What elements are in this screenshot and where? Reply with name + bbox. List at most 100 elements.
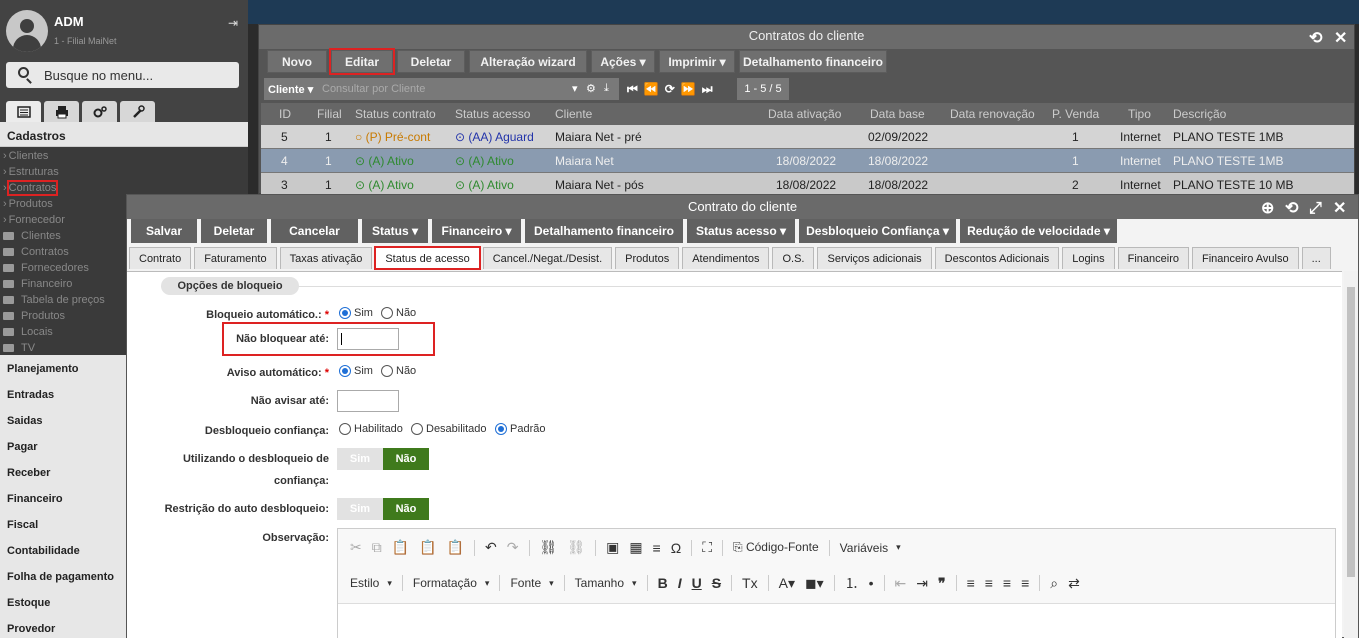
tab-more[interactable]: ... (1301, 247, 1331, 269)
paste-icon[interactable]: 📋 (392, 539, 409, 556)
section-cadastros[interactable]: Cadastros (0, 122, 248, 147)
blockquote-icon[interactable]: ❞ (938, 575, 946, 592)
nao-avisar-ate-input[interactable] (337, 390, 399, 412)
first-page-icon[interactable]: ⏮ (627, 82, 638, 97)
tab-cancel-negat-desist[interactable]: Cancel./Negat./Desist. (482, 247, 613, 269)
sidebar-item-fornecedor[interactable]: › Fornecedor (3, 214, 65, 226)
dropdown-icon[interactable]: ▾ (572, 82, 578, 95)
undo-icon[interactable]: ↶ (485, 539, 497, 556)
folder-produtos[interactable]: Produtos (3, 310, 65, 322)
formatacao-dropdown[interactable]: Formatação (413, 576, 490, 590)
fullscreen-icon[interactable]: ⛶ (702, 539, 712, 556)
col-header[interactable]: Status contrato (355, 107, 436, 121)
client-filter[interactable]: Cliente ▾ Consultar por Cliente ▾ ⚙ ⤓ (264, 78, 619, 100)
col-header[interactable]: Data base (870, 107, 925, 121)
wrench-tab-icon[interactable] (120, 101, 155, 122)
salvar-button[interactable]: Salvar (131, 219, 197, 243)
editar-button[interactable]: Editar (329, 48, 395, 75)
text-color-icon[interactable]: A▾ (779, 575, 795, 592)
tab-taxas-ativacao[interactable]: Taxas ativação (279, 247, 373, 269)
detalhamento-financeiro-button[interactable]: Detalhamento financeiro (739, 50, 887, 73)
bold-icon[interactable]: B (658, 575, 668, 591)
indent-icon[interactable]: ⇥ (916, 575, 928, 592)
copy-icon[interactable]: ⧉ (372, 539, 382, 556)
folder-contratos[interactable]: Contratos (3, 246, 69, 258)
help-icon[interactable]: ⊕ (1261, 197, 1274, 221)
section-planejamento[interactable]: Planejamento (7, 363, 79, 375)
table-icon[interactable]: ▦ (629, 539, 642, 556)
settings-tab-icon[interactable] (82, 101, 117, 122)
remove-format-icon[interactable]: Tx (742, 575, 758, 591)
col-header[interactable]: Cliente (555, 107, 592, 121)
filter-field-select[interactable]: Cliente ▾ (268, 83, 313, 96)
col-header[interactable]: P. Venda (1052, 107, 1099, 121)
redo-icon[interactable]: ↷ (507, 539, 519, 556)
sidebar-item-estruturas[interactable]: › Estruturas (3, 166, 59, 178)
desbloqueio-confianca-button[interactable]: Desbloqueio Confiança ▾ (799, 219, 956, 243)
prev-page-icon[interactable]: ⏪ (644, 82, 659, 96)
underline-icon[interactable]: U (692, 575, 702, 591)
section-fiscal[interactable]: Fiscal (7, 519, 38, 531)
section-folha-pagamento[interactable]: Folha de pagamento (7, 571, 114, 583)
folder-fornecedores[interactable]: Fornecedores (3, 262, 89, 274)
section-receber[interactable]: Receber (7, 467, 50, 479)
tab-os[interactable]: O.S. (772, 247, 815, 269)
col-header[interactable]: Data renovação (950, 107, 1035, 121)
link-icon[interactable]: ⛓ (540, 539, 558, 556)
next-page-icon[interactable]: ⏩ (681, 82, 696, 96)
tab-descontos-adicionais[interactable]: Descontos Adicionais (934, 247, 1060, 269)
folder-tv[interactable]: TV (3, 342, 35, 354)
deletar-button[interactable]: Deletar (397, 50, 465, 73)
download-icon[interactable]: ⤓ (604, 82, 609, 95)
folder-clientes[interactable]: Clientes (3, 230, 61, 242)
acoes-button[interactable]: Ações ▾ (591, 50, 655, 73)
novo-button[interactable]: Novo (267, 50, 327, 73)
radio-desbloqueio-desabilitado[interactable]: Desabilitado (411, 423, 487, 435)
vertical-scrollbar[interactable] (1344, 271, 1358, 638)
bullet-list-icon[interactable]: • (869, 575, 874, 591)
print-tab-icon[interactable] (44, 101, 79, 122)
horizontal-line-icon[interactable]: ≡ (653, 540, 661, 556)
variaveis-dropdown[interactable]: Variáveis (840, 541, 901, 555)
utilizando-desbloqueio-toggle[interactable]: Sim Não (337, 448, 429, 470)
cut-icon[interactable]: ✂ (350, 539, 362, 556)
restricao-auto-desbloqueio-toggle[interactable]: Sim Não (337, 498, 429, 520)
tab-contrato[interactable]: Contrato (129, 247, 192, 269)
tab-logins[interactable]: Logins (1062, 247, 1115, 269)
editor-content-area[interactable] (338, 603, 1335, 638)
tab-financeiro[interactable]: Financeiro (1117, 247, 1189, 269)
radio-desbloqueio-habilitado[interactable]: Habilitado (339, 423, 403, 435)
list-tab-icon[interactable] (6, 101, 41, 122)
folder-tabela-precos[interactable]: Tabela de preços (3, 294, 105, 306)
alteracao-wizard-button[interactable]: Alteração wizard (469, 50, 587, 73)
reducao-velocidade-button[interactable]: Redução de velocidade ▾ (960, 219, 1117, 243)
find-icon[interactable]: ⌕ (1050, 575, 1058, 592)
logout-icon[interactable]: ⇥ (228, 16, 238, 30)
tab-produtos[interactable]: Produtos (615, 247, 680, 269)
refresh-icon[interactable]: ⟳ (665, 82, 675, 96)
italic-icon[interactable]: I (678, 575, 682, 591)
paste-text-icon[interactable]: 📋 (419, 539, 436, 556)
tab-faturamento[interactable]: Faturamento (194, 247, 277, 269)
section-estoque[interactable]: Estoque (7, 597, 50, 609)
folder-locais[interactable]: Locais (3, 326, 53, 338)
col-header[interactable]: ID (279, 107, 291, 121)
outdent-icon[interactable]: ⇤ (895, 575, 907, 592)
sidebar-item-contratos[interactable]: › Contratos (3, 180, 59, 196)
align-right-icon[interactable]: ≡ (1003, 575, 1011, 591)
imprimir-button[interactable]: Imprimir ▾ (659, 50, 735, 73)
radio-bloqueio-nao[interactable]: Não (381, 307, 416, 319)
sidebar-item-produtos[interactable]: › Produtos (3, 198, 53, 210)
source-code-button[interactable]: ⎘ Código-Fonte (733, 540, 819, 555)
col-header[interactable]: Descrição (1173, 107, 1226, 121)
table-row[interactable]: 5 1 ○ (P) Pré-cont ⊙ (AA) Aguard Maiara … (261, 125, 1354, 149)
radio-bloqueio-sim[interactable]: Sim (339, 307, 373, 319)
history-icon[interactable]: ⟲ (1309, 28, 1322, 48)
sidebar-item-clientes[interactable]: › Clientes (3, 150, 48, 162)
detalhamento-financeiro-button[interactable]: Detalhamento financeiro (525, 219, 683, 243)
col-header[interactable]: Status acesso (455, 107, 530, 121)
section-contabilidade[interactable]: Contabilidade (7, 545, 80, 557)
close-icon[interactable]: ✕ (1333, 197, 1346, 221)
section-saidas[interactable]: Saidas (7, 415, 42, 427)
col-header[interactable]: Data ativação (768, 107, 841, 121)
